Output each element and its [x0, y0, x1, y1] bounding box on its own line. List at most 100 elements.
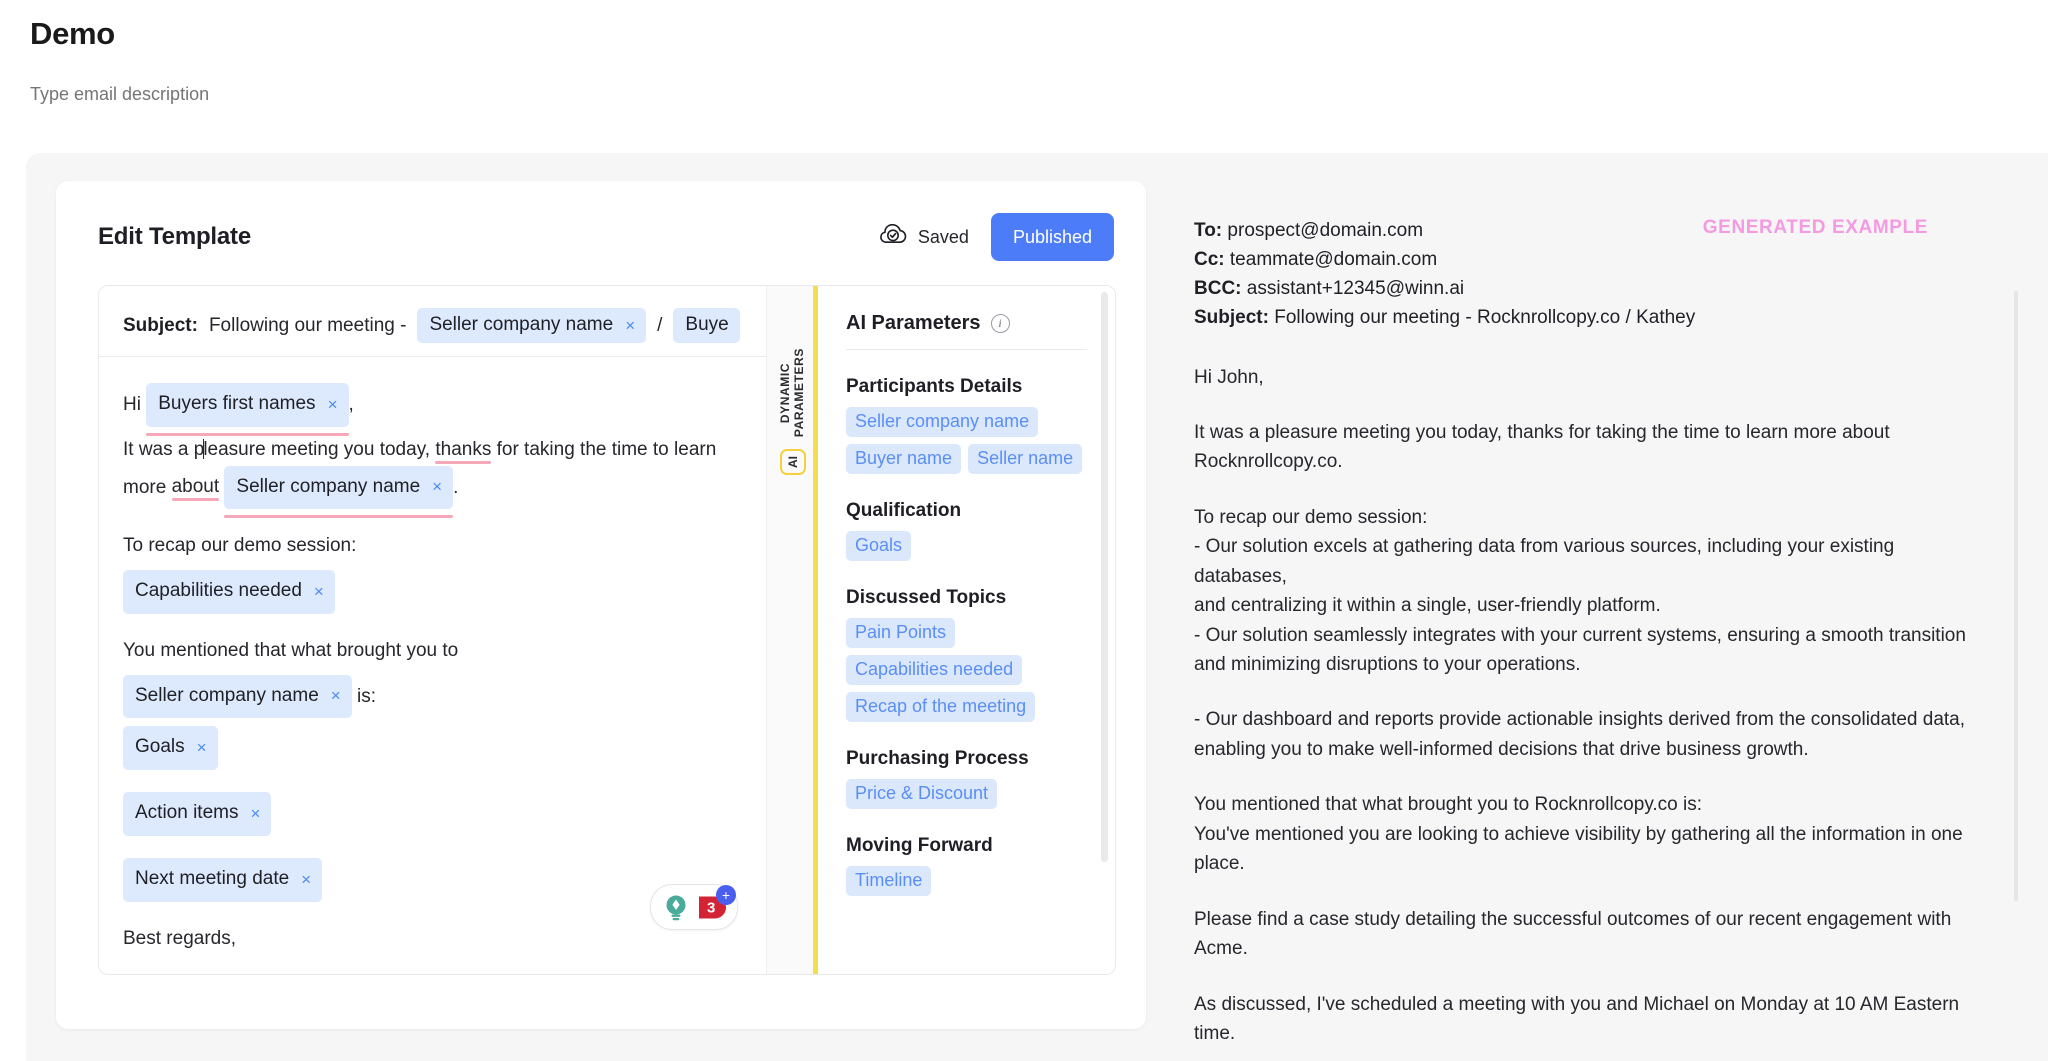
chip-remove-icon[interactable]: × — [301, 871, 311, 888]
meta-subject-key: Subject: — [1194, 306, 1269, 328]
paragraph-pleasure-meeting: It was a pleasure meeting you today, tha… — [123, 435, 742, 519]
para1-part-c: for taking the time to — [496, 438, 669, 460]
ai-group-title: Qualification — [846, 500, 962, 521]
workspace: Edit Template Saved Published Subject: F… — [26, 153, 2048, 1061]
cloud-check-icon — [879, 223, 907, 251]
dynamic-parameters-label: DYNAMIC PARAMETERS — [778, 348, 807, 438]
greeting-line: Hi Buyers first names × , — [123, 383, 742, 436]
chip-remove-icon[interactable]: × — [331, 687, 341, 704]
ai-group-chips: Pain Points Capabilities needed Recap of… — [846, 618, 1115, 722]
ai-parameters-scrollbar[interactable] — [1101, 292, 1108, 862]
ai-parameters-pane: AI Parameters i Participants Details Sel… — [818, 286, 1115, 974]
meta-to-value: prospect@domain.com — [1227, 220, 1424, 241]
paragraph-closing: Best regards, — [123, 927, 236, 949]
chip-buyers-first-names[interactable]: Buyers first names × — [146, 383, 349, 436]
chip-remove-icon[interactable]: × — [625, 317, 635, 334]
para1-end: . — [453, 476, 459, 498]
ai-chip-timeline[interactable]: Timeline — [846, 866, 932, 896]
chip-remove-icon[interactable]: × — [197, 739, 207, 756]
subject-chip-buyer-clipped[interactable]: Buye — [673, 308, 740, 343]
red-badge-3-icon[interactable]: 3 + — [695, 885, 736, 924]
para1-part-b: leasure meeting you today, — [203, 438, 431, 460]
ai-chip-goals[interactable]: Goals — [846, 531, 912, 561]
ai-chip-capabilities-needed[interactable]: Capabilities needed — [846, 655, 1023, 685]
chip-label: Goals — [135, 736, 185, 758]
ai-chip-price-and-discount[interactable]: Price & Discount — [846, 779, 998, 809]
paragraph-recap-label: To recap our demo session: — [123, 535, 357, 557]
chip-label: Next meeting date — [135, 867, 290, 889]
ai-chip-buyer-name[interactable]: Buyer name — [846, 444, 962, 474]
preview-paragraph: Please find a case study detailing the s… — [1194, 908, 1952, 960]
subject-label: Subject: — [123, 314, 198, 336]
edit-template-card: Edit Template Saved Published Subject: F… — [56, 181, 1146, 1029]
compose-pane[interactable]: Subject: Following our meeting - Seller … — [99, 286, 766, 974]
dyn-label-line2: PARAMETERS — [791, 348, 806, 438]
subject-separator: / — [657, 314, 663, 336]
chip-label: Buyers first names — [158, 393, 316, 414]
chip-action-items[interactable]: Action items × — [123, 792, 272, 836]
subject-row[interactable]: Subject: Following our meeting - Seller … — [99, 308, 766, 357]
para3-mid-text: is: — [356, 685, 376, 707]
para1-part-a: It was a p — [123, 438, 205, 460]
chip-seller-company-name-body[interactable]: Seller company name × — [224, 465, 454, 519]
paragraph-brought-chip-row: Seller company name × is: — [123, 674, 742, 719]
subject-chip-seller-company-name[interactable]: Seller company name × — [417, 308, 647, 343]
chip-remove-icon[interactable]: × — [314, 583, 324, 600]
misspelled-thanks: thanks — [435, 438, 492, 460]
ai-chip-seller-name[interactable]: Seller name — [968, 444, 1083, 474]
chip-label: Action items — [135, 802, 239, 824]
preview-scrollbar[interactable] — [2014, 291, 2018, 901]
email-description-input[interactable] — [30, 84, 630, 106]
chip-next-meeting-date[interactable]: Next meeting date × — [123, 857, 323, 902]
chip-remove-icon[interactable]: × — [432, 478, 442, 495]
paragraph-action-items: Action items × — [123, 792, 742, 836]
ai-badge-icon: AI — [779, 449, 806, 476]
plus-badge-icon[interactable]: + — [716, 885, 736, 905]
ai-chip-seller-company-name[interactable]: Seller company name — [846, 407, 1039, 437]
chip-remove-icon[interactable]: × — [250, 805, 260, 822]
preview-paragraph: - Our dashboard and reports provide acti… — [1194, 709, 1966, 760]
preview-meta-to: To: prospect@domain.com — [1194, 217, 1695, 246]
generated-email-body: Hi John, It was a pleasure meeting you t… — [1194, 363, 2024, 1053]
meta-to-key: To: — [1194, 220, 1223, 241]
published-button[interactable]: Published — [990, 213, 1114, 261]
ai-group-title: Participants Details — [846, 376, 1023, 397]
saved-status: Saved — [879, 223, 969, 251]
greeting-prefix: Hi — [123, 393, 141, 415]
edit-template-header: Edit Template Saved Published — [56, 181, 1146, 263]
chip-goals[interactable]: Goals × — [123, 726, 218, 771]
ai-group-chips: Seller company name Buyer name Seller na… — [846, 407, 1115, 474]
chip-label: Capabilities needed — [135, 580, 302, 602]
ai-chip-pain-points[interactable]: Pain Points — [846, 618, 956, 648]
ai-group-qualification: Qualification Goals — [846, 500, 1115, 561]
preview-paragraph: Hi John, — [1194, 366, 1264, 388]
compose-text-area[interactable]: Hi Buyers first names × , It was a pleas… — [99, 357, 766, 954]
preview-meta: To: prospect@domain.com Cc: teammate@dom… — [1194, 217, 1695, 333]
preview-paragraph: As discussed, I've scheduled a meeting w… — [1194, 993, 1960, 1044]
meta-subject-value: Following our meeting - Rocknrollcopy.co… — [1274, 306, 1696, 328]
greeting-suffix: , — [348, 393, 354, 415]
paragraph-brought-you-to: You mentioned that what brought you to — [123, 639, 459, 661]
meta-cc-key: Cc: — [1194, 248, 1225, 270]
ai-parameters-header: AI Parameters i — [846, 312, 1087, 350]
preview-paragraph: You mentioned that what brought you to R… — [1194, 794, 1963, 875]
page-header: Demo — [0, 0, 2048, 106]
paragraph-next-meeting-date: Next meeting date × — [123, 857, 742, 902]
ai-group-chips: Timeline — [846, 866, 1115, 896]
meta-bcc-key: BCC: — [1194, 277, 1242, 299]
page-title: Demo — [30, 16, 115, 51]
chip-seller-company-name-2[interactable]: Seller company name × — [123, 674, 352, 719]
edit-template-title: Edit Template — [98, 223, 251, 250]
dynamic-parameters-tab[interactable]: DYNAMIC PARAMETERS AI — [766, 286, 818, 974]
meta-bcc-value: assistant+12345@winn.ai — [1246, 277, 1465, 299]
saved-label: Saved — [917, 226, 969, 247]
ai-chip-recap-of-the-meeting[interactable]: Recap of the meeting — [846, 692, 1036, 722]
compose-tools-pill: 3 + — [650, 884, 738, 930]
lightbulb-idea-icon[interactable] — [659, 890, 693, 924]
info-circle-icon[interactable]: i — [990, 314, 1010, 333]
chip-label: Buye — [685, 314, 729, 335]
chip-capabilities-needed[interactable]: Capabilities needed × — [123, 570, 335, 614]
svg-text:3: 3 — [707, 900, 715, 917]
chip-remove-icon[interactable]: × — [328, 396, 338, 413]
ai-group-moving-forward: Moving Forward Timeline — [846, 835, 1115, 896]
